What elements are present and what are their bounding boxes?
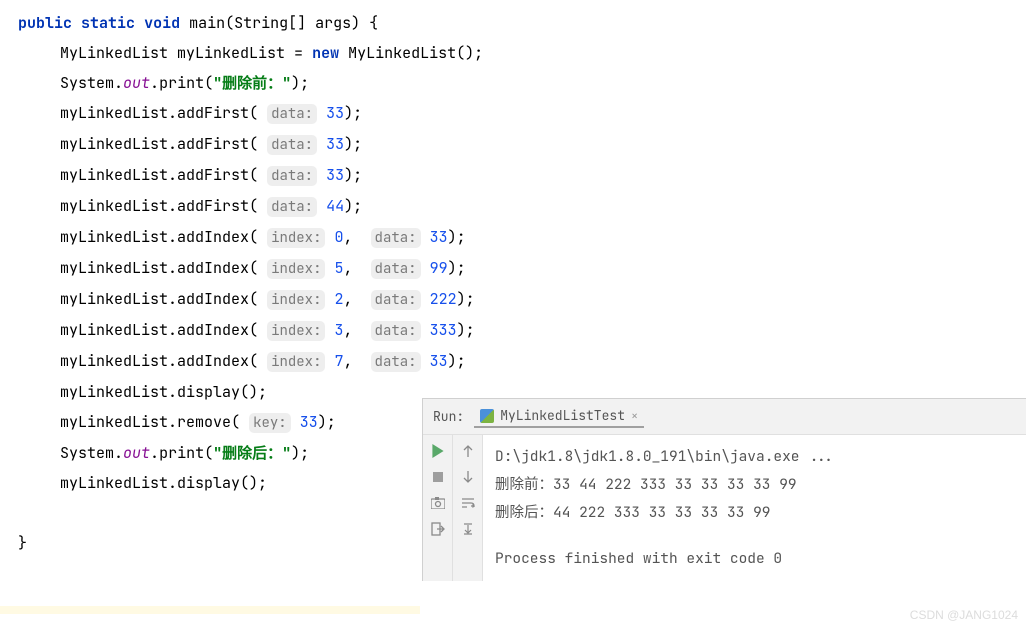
run-config-icon (480, 409, 494, 423)
code-line: myLinkedList.addIndex( index: 5, data: 9… (18, 253, 1026, 284)
run-tab[interactable]: MyLinkedListTest × (474, 405, 644, 428)
param-hint: index: (267, 352, 325, 372)
param-hint: index: (267, 259, 325, 279)
code-line: myLinkedList.addIndex( index: 3, data: 3… (18, 315, 1026, 346)
run-icon[interactable] (430, 443, 446, 459)
param-hint: key: (249, 413, 291, 433)
param-hint: data: (267, 166, 317, 186)
run-label: Run: (433, 408, 464, 425)
param-hint: data: (371, 228, 421, 248)
code-line: myLinkedList.addFirst( data: 33); (18, 160, 1026, 191)
run-toolbar-left (423, 435, 453, 581)
scroll-icon[interactable] (460, 521, 476, 537)
code-line: myLinkedList.addFirst( data: 33); (18, 98, 1026, 129)
wrap-icon[interactable] (460, 495, 476, 511)
code-line: myLinkedList.addFirst( data: 44); (18, 191, 1026, 222)
exit-icon[interactable] (430, 521, 446, 537)
run-header: Run: MyLinkedListTest × (423, 399, 1026, 435)
param-hint: index: (267, 290, 325, 310)
param-hint: data: (267, 104, 317, 124)
run-tool-window: Run: MyLinkedListTest × D:\jdk1.8\jdk1.8… (422, 398, 1026, 581)
param-hint: index: (267, 321, 325, 341)
param-hint: data: (267, 197, 317, 217)
param-hint: index: (267, 228, 325, 248)
param-hint: data: (371, 321, 421, 341)
param-hint: data: (267, 135, 317, 155)
console-line: D:\jdk1.8\jdk1.8.0_191\bin\java.exe ... (495, 443, 1014, 471)
down-icon[interactable] (460, 469, 476, 485)
console-line: 删除前：33 44 222 333 33 33 33 33 99 (495, 471, 1014, 499)
code-line: MyLinkedList myLinkedList = new MyLinked… (18, 38, 1026, 68)
param-hint: data: (371, 290, 421, 310)
console-output[interactable]: D:\jdk1.8\jdk1.8.0_191\bin\java.exe ... … (483, 435, 1026, 581)
param-hint: data: (371, 352, 421, 372)
run-tab-title: MyLinkedListTest (500, 407, 625, 424)
code-line: myLinkedList.addIndex( index: 7, data: 3… (18, 346, 1026, 377)
status-bar (0, 606, 420, 614)
camera-icon[interactable] (430, 495, 446, 511)
code-line: public static void main(String[] args) { (18, 8, 1026, 38)
up-icon[interactable] (460, 443, 476, 459)
run-toolbar-right (453, 435, 483, 581)
param-hint: data: (371, 259, 421, 279)
watermark: CSDN @JANG1024 (910, 608, 1018, 622)
code-line: myLinkedList.addIndex( index: 2, data: 2… (18, 284, 1026, 315)
code-line: myLinkedList.addIndex( index: 0, data: 3… (18, 222, 1026, 253)
code-line: myLinkedList.addFirst( data: 33); (18, 129, 1026, 160)
stop-icon[interactable] (430, 469, 446, 485)
close-icon[interactable]: × (631, 408, 638, 424)
console-line: Process finished with exit code 0 (495, 545, 1014, 573)
code-line: System.out.print("删除前："); (18, 68, 1026, 98)
console-line: 删除后：44 222 333 33 33 33 33 99 (495, 499, 1014, 527)
